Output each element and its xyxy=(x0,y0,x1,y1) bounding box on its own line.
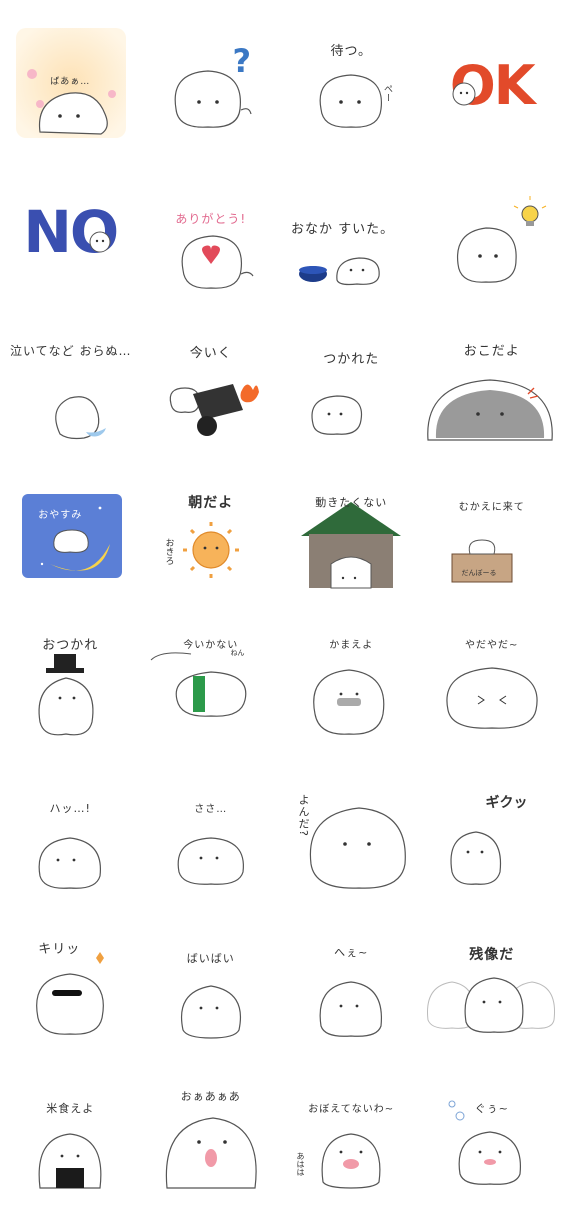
sticker-1[interactable]: ばあぁ… xyxy=(0,14,141,160)
sticker-caption: かまえよ xyxy=(281,636,422,651)
sticker-18[interactable]: 今いかない ねん xyxy=(141,614,282,760)
sticker-4[interactable]: OK xyxy=(422,14,562,160)
sticker-caption: おこだよ xyxy=(422,340,562,359)
sticker-31[interactable]: おぼえてないわ~ あはは xyxy=(281,1064,422,1210)
sticker-8-art xyxy=(422,164,562,310)
question-mark: ? xyxy=(233,42,252,80)
sticker-6[interactable]: ありがとう! xyxy=(141,164,282,310)
sticker-1-art xyxy=(0,14,141,160)
sticker-22-art xyxy=(141,764,282,910)
sticker-11[interactable]: つかれた xyxy=(281,314,422,460)
sticker-3-art xyxy=(281,14,422,160)
sticker-caption: 今いかない xyxy=(141,636,282,651)
sticker-30-art xyxy=(141,1064,282,1210)
sticker-caption: 米食えよ xyxy=(0,1100,141,1116)
sticker-extra: ねん xyxy=(231,648,245,658)
sticker-14[interactable]: 朝だよ おきろ xyxy=(141,464,282,610)
sticker-13[interactable]: おやすみ xyxy=(0,464,141,610)
sticker-caption: 待つ。 xyxy=(281,40,422,59)
sticker-grid: ばあぁ… ? 待つ。 ぺー OK NO xyxy=(0,0,562,1200)
sticker-29-art xyxy=(0,1064,141,1210)
sticker-15[interactable]: 動きたくない xyxy=(281,464,422,610)
sticker-12-art xyxy=(422,314,562,460)
sticker-30[interactable]: おぁあぁあ xyxy=(141,1064,282,1210)
sticker-28[interactable]: 残像だ xyxy=(422,914,562,1060)
sticker-23[interactable]: よんだ? xyxy=(281,764,422,910)
sticker-21-art xyxy=(0,764,141,910)
sticker-8[interactable] xyxy=(422,164,562,310)
sticker-2[interactable]: ? xyxy=(141,14,282,160)
sticker-20[interactable]: やだやだ~ xyxy=(422,614,562,760)
sticker-extra: ぺー xyxy=(381,84,394,102)
sticker-caption: へぇ~ xyxy=(281,944,422,960)
sticker-23-art xyxy=(281,764,422,910)
sticker-caption: ばあぁ… xyxy=(0,74,141,87)
sticker-29[interactable]: 米食えよ xyxy=(0,1064,141,1210)
sticker-16-art xyxy=(422,464,562,610)
sticker-21[interactable]: ハッ…! xyxy=(0,764,141,910)
sticker-24[interactable]: ギクッ xyxy=(422,764,562,910)
sticker-caption: 動きたくない xyxy=(281,494,422,510)
sticker-caption: キリッ xyxy=(0,938,141,957)
sticker-caption: ギクッ xyxy=(486,792,528,812)
sticker-caption: 泣いてなど おらぬ… xyxy=(0,342,141,359)
sticker-10-art xyxy=(141,314,282,460)
sticker-7-art xyxy=(281,164,422,310)
sticker-31-art xyxy=(281,1064,422,1210)
sticker-19[interactable]: かまえよ xyxy=(281,614,422,760)
sticker-extra: あはは xyxy=(295,1152,306,1176)
sticker-24-art xyxy=(422,764,562,910)
sticker-32[interactable]: ぐぅ~ xyxy=(422,1064,562,1210)
sticker-caption: やだやだ~ xyxy=(422,636,562,651)
sticker-caption: ハッ…! xyxy=(0,800,141,816)
sticker-5-art xyxy=(0,164,141,310)
sticker-3[interactable]: 待つ。 ぺー xyxy=(281,14,422,160)
sticker-26[interactable]: ばいばい xyxy=(141,914,282,1060)
sticker-2-art xyxy=(141,14,282,160)
sticker-caption: 朝だよ xyxy=(141,492,282,512)
sticker-caption: おつかれ xyxy=(0,634,141,653)
sticker-22[interactable]: ささ… xyxy=(141,764,282,910)
sticker-6-art xyxy=(141,164,282,310)
sticker-extra: おきろ xyxy=(163,538,176,565)
sticker-7[interactable]: おなか すいた。 xyxy=(281,164,422,310)
sticker-16[interactable]: むかえに来て だんぼーる xyxy=(422,464,562,610)
sticker-27-art xyxy=(281,914,422,1060)
sticker-25-art xyxy=(0,914,141,1060)
sticker-12[interactable]: おこだよ xyxy=(422,314,562,460)
sticker-17[interactable]: おつかれ xyxy=(0,614,141,760)
sticker-caption: おやすみ xyxy=(0,506,141,521)
sticker-14-art xyxy=(141,464,282,610)
sticker-caption: おなか すいた。 xyxy=(281,218,422,237)
sticker-28-art xyxy=(422,914,562,1060)
sticker-caption: ばいばい xyxy=(141,950,282,966)
sticker-caption: ぐぅ~ xyxy=(422,1100,562,1116)
sticker-11-art xyxy=(281,314,422,460)
sticker-caption: ささ… xyxy=(141,800,282,815)
sticker-caption: つかれた xyxy=(281,348,422,367)
sticker-27[interactable]: へぇ~ xyxy=(281,914,422,1060)
sticker-5[interactable]: NO xyxy=(0,164,141,310)
sticker-9[interactable]: 泣いてなど おらぬ… xyxy=(0,314,141,460)
sticker-13-art xyxy=(0,464,141,610)
sticker-32-art xyxy=(422,1064,562,1210)
sticker-15-art xyxy=(281,464,422,610)
sticker-caption: よんだ? xyxy=(295,794,311,837)
sticker-26-art xyxy=(141,914,282,1060)
sticker-25[interactable]: キリッ xyxy=(0,914,141,1060)
sticker-4-art xyxy=(422,14,562,160)
sticker-caption: むかえに来て xyxy=(422,498,562,513)
sticker-9-art xyxy=(0,314,141,460)
lightbulb-icon xyxy=(514,196,546,226)
sticker-caption: ありがとう! xyxy=(141,210,282,227)
sticker-10[interactable]: 今いく xyxy=(141,314,282,460)
sticker-caption: おぁあぁあ xyxy=(141,1088,282,1104)
sticker-caption: 今いく xyxy=(141,342,282,361)
sticker-extra: だんぼーる xyxy=(462,568,497,578)
sticker-caption: 残像だ xyxy=(422,944,562,964)
sticker-caption: おぼえてないわ~ xyxy=(281,1100,422,1115)
